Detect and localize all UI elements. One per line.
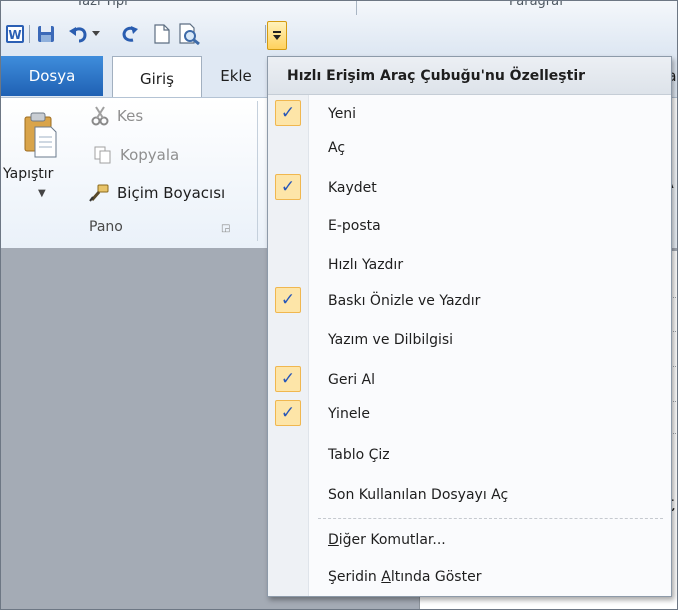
font-group-label-partial: Yazı Tipi [76, 0, 128, 9]
redo-icon[interactable] [119, 23, 141, 45]
undo-icon[interactable] [67, 23, 89, 45]
menu-item-redo[interactable]: ✓ Yinele [268, 397, 671, 431]
menu-item-label: E-posta [328, 218, 381, 234]
paste-dropdown-icon[interactable]: ▼ [38, 188, 46, 199]
menu-item-spelling-grammar[interactable]: Yazım ve Dilbilgisi [268, 323, 671, 357]
menu-item-label: Yinele [328, 406, 370, 422]
new-document-icon[interactable] [151, 23, 173, 45]
menu-item-recent-file[interactable]: Son Kullanılan Dosyayı Aç [268, 478, 671, 512]
copy-label: Kopyala [120, 146, 180, 164]
menu-item-email[interactable]: E-posta [268, 209, 671, 243]
cut-label: Kes [117, 107, 144, 125]
menu-item-label: Şeridin Altında Göster [328, 569, 482, 585]
menu-item-label: Son Kullanılan Dosyayı Aç [328, 487, 509, 503]
check-icon: ✓ [275, 100, 301, 126]
menu-item-show-below-ribbon[interactable]: Şeridin Altında Göster [268, 560, 671, 594]
format-painter-button[interactable]: Biçim Boyacısı [89, 184, 225, 202]
menu-item-label: Yeni [328, 106, 357, 122]
quick-access-toolbar: Yazı Tipi Paragraf W [1, 1, 677, 51]
save-icon[interactable] [35, 23, 57, 45]
clipboard-group-label: Pano [89, 219, 123, 235]
paste-button-label[interactable]: Yapıştır [3, 166, 53, 182]
format-painter-icon [89, 184, 109, 202]
word-window: Yazı Tipi Paragraf W Dosya Giriş Ekle Ya… [0, 0, 678, 610]
word-app-icon[interactable]: W [4, 23, 26, 45]
menu-item-draw-table[interactable]: Tablo Çiz [268, 438, 671, 472]
menu-item-print-preview[interactable]: ✓ Baskı Önizle ve Yazdır [268, 284, 671, 318]
qat-separator [29, 25, 30, 43]
copy-icon [94, 146, 111, 164]
customize-qat-menu: Hızlı Erişim Araç Çubuğu'nu Özelleştir ✓… [267, 56, 672, 597]
menu-item-new[interactable]: ✓ Yeni [268, 97, 671, 131]
menu-separator [318, 518, 663, 519]
tab-file[interactable]: Dosya [1, 56, 103, 96]
check-icon: ✓ [275, 174, 301, 200]
check-icon: ✓ [275, 400, 301, 426]
menu-item-label: Hızlı Yazdır [328, 257, 404, 273]
scissors-icon [91, 106, 109, 126]
copy-button[interactable]: Kopyala [94, 146, 179, 164]
group-divider [356, 1, 357, 15]
group-separator [257, 101, 258, 241]
menu-item-label: Aç [328, 140, 346, 156]
format-painter-label: Biçim Boyacısı [117, 184, 226, 202]
menu-item-more-commands[interactable]: Diğer Komutlar... [268, 523, 671, 557]
menu-title: Hızlı Erişim Araç Çubuğu'nu Özelleştir [268, 57, 671, 95]
menu-item-label: Yazım ve Dilbilgisi [328, 332, 454, 348]
menu-item-undo[interactable]: ✓ Geri Al [268, 363, 671, 397]
menu-item-open[interactable]: Aç [268, 131, 671, 165]
undo-dropdown-icon[interactable] [89, 23, 103, 45]
paragraph-group-label-partial: Paragraf [509, 0, 564, 9]
menu-item-save[interactable]: ✓ Kaydet [268, 171, 671, 205]
tab-home[interactable]: Giriş [112, 56, 202, 100]
menu-item-label: Baskı Önizle ve Yazdır [328, 293, 481, 309]
menu-item-label: Geri Al [328, 372, 376, 388]
dialog-launcher-icon[interactable]: ◲ [221, 223, 230, 234]
check-icon: ✓ [275, 287, 301, 313]
print-preview-icon[interactable] [179, 23, 201, 45]
svg-text:W: W [8, 28, 21, 42]
menu-item-label: Kaydet [328, 180, 377, 196]
menu-item-quick-print[interactable]: Hızlı Yazdır [268, 248, 671, 282]
check-icon: ✓ [275, 366, 301, 392]
paste-icon[interactable] [23, 111, 57, 159]
customize-dropdown-icon [273, 30, 281, 40]
tab-insert[interactable]: Ekle [209, 56, 263, 96]
menu-item-label: Diğer Komutlar... [328, 532, 446, 548]
customize-qat-button[interactable] [267, 21, 287, 50]
menu-item-label: Tablo Çiz [328, 447, 390, 463]
qat-separator [265, 25, 266, 43]
cut-button[interactable]: Kes [91, 106, 143, 126]
